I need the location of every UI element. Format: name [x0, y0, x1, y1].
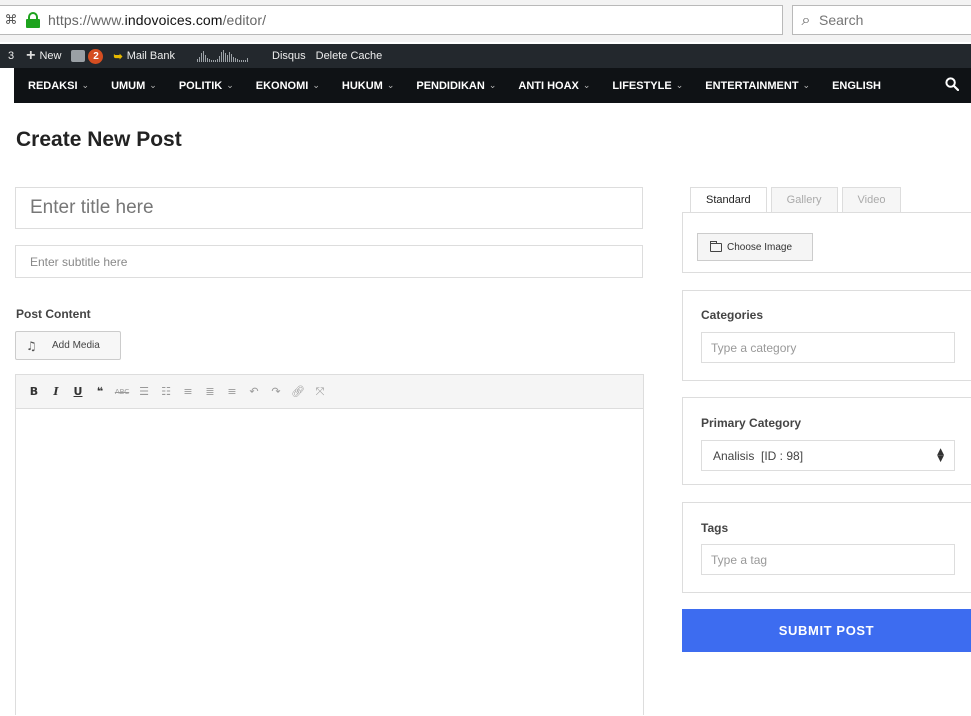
admin-bar: 3 + New 2 ➥ Mail Bank Disqus Delete Cache — [0, 44, 971, 68]
post-title-input[interactable] — [15, 187, 643, 229]
nav-item-english[interactable]: ENGLISH — [832, 80, 881, 92]
post-content-label: Post Content — [16, 307, 91, 321]
chevron-down-icon: ⌄ — [488, 80, 497, 91]
notification-badge: 2 — [88, 48, 104, 64]
tags-label: Tags — [701, 521, 729, 535]
address-bar[interactable]: ⌘ https://www.indovoices.com/editor/ — [0, 5, 783, 35]
browser-search-box[interactable]: ⌕ — [792, 5, 971, 35]
post-content-editor: B I U ❝ ABC ☰ ☷ ≡ ≣ ≡ ↶ ↷ 🔗︎ ⤧ — [15, 374, 644, 716]
mail-bank-menu[interactable]: ➥ Mail Bank — [113, 50, 175, 63]
tags-panel: Tags — [682, 502, 971, 593]
mail-bank-icon: ➥ — [113, 50, 123, 63]
strikethrough-button[interactable]: ABC — [114, 384, 130, 400]
lock-icon[interactable] — [26, 12, 40, 28]
align-right-button[interactable]: ≡ — [224, 384, 240, 400]
media-icon: ♫ — [26, 338, 37, 353]
link-button[interactable]: 🔗︎ — [290, 384, 306, 400]
nav-item-politik[interactable]: POLITIK ⌄ — [179, 80, 234, 92]
underline-button[interactable]: U — [70, 384, 86, 400]
add-media-label: Add Media — [52, 340, 100, 351]
editor-content-area[interactable] — [16, 409, 643, 716]
nav-item-pendidikan[interactable]: PENDIDIKAN ⌄ — [416, 80, 496, 92]
categories-panel: Categories — [682, 290, 971, 381]
featured-image-panel: Choose Image — [682, 212, 971, 273]
submit-post-button[interactable]: SUBMIT POST — [682, 609, 971, 652]
align-left-button[interactable]: ≡ — [180, 384, 196, 400]
primary-category-select[interactable]: Analisis [ID : 98] ▲ ▼ — [701, 440, 955, 471]
page-title: Create New Post — [16, 128, 182, 151]
tag-input[interactable] — [701, 544, 955, 575]
choose-image-button[interactable]: Choose Image — [697, 233, 813, 261]
undo-button[interactable]: ↶ — [246, 384, 262, 400]
chevron-down-icon: ⌄ — [149, 80, 157, 91]
chevron-down-icon: ⌄ — [81, 80, 90, 91]
new-menu[interactable]: + New — [26, 47, 61, 65]
yoast-icon — [71, 50, 86, 62]
select-arrows-icon: ▲ ▼ — [937, 447, 944, 464]
chevron-down-icon: ⌄ — [802, 80, 811, 91]
nav-item-hukum[interactable]: HUKUM ⌄ — [342, 80, 395, 92]
nav-item-lifestyle[interactable]: LIFESTYLE ⌄ — [612, 80, 683, 92]
chevron-down-icon: ⌄ — [675, 80, 684, 91]
category-input[interactable] — [701, 332, 955, 363]
numbered-list-button[interactable]: ☷ — [158, 384, 174, 400]
categories-label: Categories — [701, 308, 764, 322]
primary-category-value: Analisis [ID : 98] — [713, 448, 804, 463]
search-icon[interactable] — [945, 77, 959, 91]
align-center-button[interactable]: ≣ — [202, 384, 218, 400]
add-media-button[interactable]: ♫ Add Media — [15, 331, 121, 360]
post-format-tabs: Standard Gallery Video — [690, 187, 905, 213]
plus-icon: + — [26, 47, 36, 64]
bullet-list-button[interactable]: ☰ — [136, 384, 152, 400]
browser-search-input[interactable] — [819, 12, 959, 28]
search-icon: ⌕ — [801, 10, 811, 29]
chevron-down-icon: ⌄ — [582, 80, 591, 91]
disqus-menu[interactable]: Disqus — [272, 50, 306, 62]
reader-view-icon[interactable]: ⌘ — [0, 13, 22, 28]
chevron-down-icon: ⌄ — [312, 80, 320, 91]
editor-toolbar: B I U ❝ ABC ☰ ☷ ≡ ≣ ≡ ↶ ↷ 🔗︎ ⤧ — [16, 375, 643, 409]
primary-category-label: Primary Category — [701, 416, 802, 430]
italic-button[interactable]: I — [48, 384, 64, 400]
post-subtitle-input[interactable] — [15, 245, 643, 278]
tab-gallery[interactable]: Gallery — [770, 187, 838, 213]
admin-bar-count[interactable]: 3 — [8, 50, 14, 62]
fullscreen-button[interactable]: ⤧ — [312, 384, 328, 400]
chevron-down-icon: ⌄ — [226, 80, 234, 91]
stats-sparkline[interactable] — [197, 50, 248, 62]
site-navigation: REDAKSI ⌄ UMUM ⌄ POLITIK ⌄ EKONOMI ⌄ HUKUM ⌄ … — [14, 68, 971, 103]
nav-item-redaksi[interactable]: REDAKSI ⌄ — [28, 80, 89, 92]
folder-icon — [710, 240, 722, 252]
yoast-menu[interactable]: 2 — [71, 48, 104, 64]
chevron-down-icon: ⌄ — [386, 80, 395, 91]
tab-standard[interactable]: Standard — [690, 187, 767, 213]
primary-category-panel: Primary Category Analisis [ID : 98] ▲ ▼ — [682, 397, 971, 485]
tab-video[interactable]: Video — [841, 187, 902, 213]
delete-cache-menu[interactable]: Delete Cache — [316, 50, 383, 62]
nav-item-ekonomi[interactable]: EKONOMI ⌄ — [256, 80, 320, 92]
choose-image-label: Choose Image — [727, 241, 793, 253]
blockquote-button[interactable]: ❝ — [92, 384, 108, 400]
bold-button[interactable]: B — [26, 384, 42, 400]
nav-item-entertainment[interactable]: ENTERTAINMENT ⌄ — [705, 80, 810, 92]
url-text[interactable]: https://www.indovoices.com/editor/ — [48, 12, 266, 28]
redo-button[interactable]: ↷ — [268, 384, 284, 400]
browser-toolbar: ⌘ https://www.indovoices.com/editor/ ⌕ — [0, 0, 971, 42]
nav-item-umum[interactable]: UMUM ⌄ — [111, 80, 157, 92]
nav-item-anti-hoax[interactable]: ANTI HOAX ⌄ — [518, 80, 590, 92]
